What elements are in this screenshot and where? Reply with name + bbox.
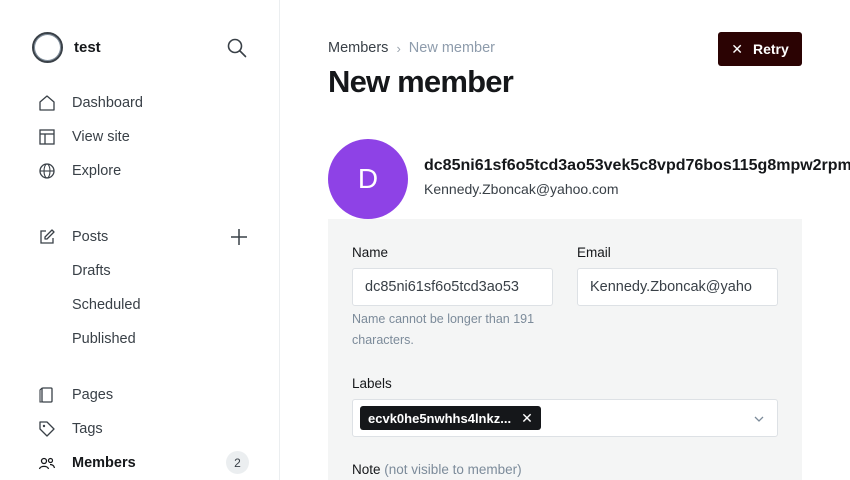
nav-scheduled-label: Scheduled [72,297,141,313]
nav-explore-label: Explore [72,163,122,179]
nav-drafts[interactable]: Drafts [72,259,111,283]
new-post-plus-icon[interactable] [229,227,249,247]
nav-tags[interactable]: Tags [38,417,103,441]
nav-view-site-label: View site [72,129,130,145]
nav-dashboard[interactable]: Dashboard [38,91,143,115]
nav-published-label: Published [72,331,136,347]
email-field[interactable]: Kennedy.Zboncak@yaho [577,268,778,306]
breadcrumb-current: New member [408,40,495,56]
home-icon [38,94,56,112]
label-chip: ecvk0he5nwhhs4lnkz... ✕ [360,406,541,430]
search-icon[interactable] [226,37,248,59]
breadcrumb-members-link[interactable]: Members [328,40,388,56]
close-icon: ✕ [731,40,743,57]
nav-view-site[interactable]: View site [38,125,130,149]
nav-published[interactable]: Published [72,327,136,351]
members-icon [38,454,56,472]
nav-drafts-label: Drafts [72,263,111,279]
nav-pages[interactable]: Pages [38,383,113,407]
labels-select[interactable]: ecvk0he5nwhhs4lnkz... ✕ [352,399,778,437]
nav-tags-label: Tags [72,421,103,437]
nav-members[interactable]: Members [38,451,136,475]
page-title: New member [328,64,514,99]
members-count-badge: 2 [226,451,249,474]
member-name: dc85ni61sf6o5tcd3ao53vek5c8vpd76bos115g8… [424,157,850,174]
retry-button[interactable]: ✕ Retry [718,32,802,66]
member-email: Kennedy.Zboncak@yahoo.com [424,181,619,197]
label-chip-text: ecvk0he5nwhhs4lnkz... [368,410,512,426]
remove-label-icon[interactable]: ✕ [521,410,533,427]
note-hint-text: (not visible to member) [384,462,522,477]
nav-scheduled[interactable]: Scheduled [72,293,141,317]
breadcrumb: Members › New member [328,40,495,56]
name-field[interactable]: dc85ni61sf6o5tcd3ao53 [352,268,553,306]
note-label-text: Note [352,462,381,477]
site-logo [32,32,63,63]
nav-dashboard-label: Dashboard [72,95,143,111]
chevron-right-icon: › [396,40,401,56]
note-field-label: Note (not visible to member) [352,462,522,477]
site-name: test [74,39,101,56]
tag-icon [38,420,56,438]
page-icon [38,386,56,404]
avatar: D [328,139,408,219]
edit-icon [38,228,56,246]
nav-explore[interactable]: Explore [38,159,121,183]
nav-pages-label: Pages [72,387,114,403]
globe-icon [38,162,56,180]
nav-posts-label: Posts [72,229,109,245]
labels-field-label: Labels [352,376,392,391]
name-error-text: Name cannot be longer than 191 character… [352,312,535,347]
site-brand[interactable]: test [32,32,101,63]
layout-icon [38,128,56,146]
sidebar: test Dashboard View site Explore Posts D… [0,0,280,480]
chevron-down-icon [754,416,764,422]
email-field-label: Email [577,245,611,260]
name-field-label: Name [352,245,389,260]
retry-button-label: Retry [752,41,789,57]
nav-members-label: Members [72,455,136,471]
nav-posts[interactable]: Posts [38,225,108,249]
